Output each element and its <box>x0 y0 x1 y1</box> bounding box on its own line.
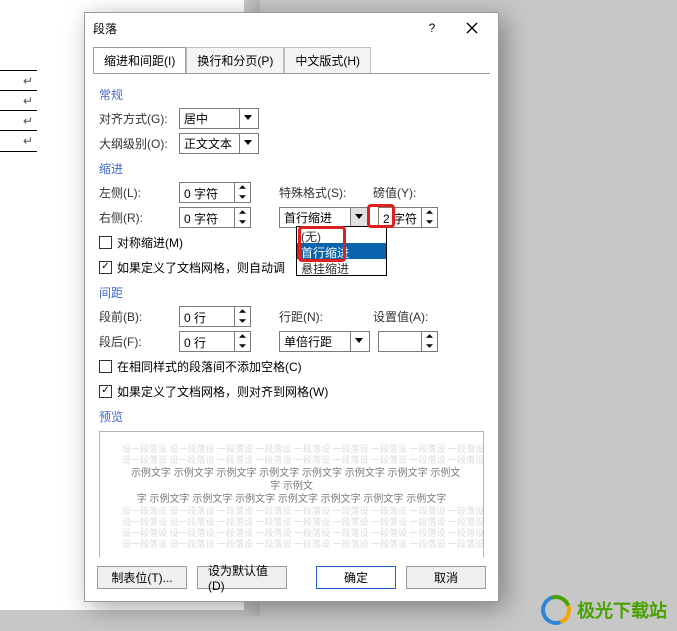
annotation-box <box>298 226 346 262</box>
indent-left-spinner[interactable]: 0 字符 <box>179 182 251 203</box>
spin-down-icon[interactable] <box>235 341 250 351</box>
tab-strip: 缩进和间距(I) 换行和分页(P) 中文版式(H) <box>85 43 498 73</box>
spin-up-icon[interactable] <box>235 208 250 218</box>
table-cell: ↵ <box>0 71 37 91</box>
indent-left-label: 左侧(L): <box>99 184 179 201</box>
table-cell: ↵ <box>0 91 37 111</box>
checkbox-icon <box>99 360 112 373</box>
close-button[interactable] <box>452 14 492 42</box>
ok-button[interactable]: 确定 <box>316 566 396 589</box>
spin-up-icon[interactable] <box>235 183 250 193</box>
chevron-down-icon <box>239 109 256 128</box>
cancel-button[interactable]: 取消 <box>406 566 486 589</box>
chevron-down-icon <box>350 208 367 227</box>
annotation-box <box>367 204 395 228</box>
spin-up-icon[interactable] <box>422 332 437 342</box>
line-spacing-select[interactable]: 单倍行距 <box>279 331 370 352</box>
no-space-same-style-checkbox[interactable]: 在相同样式的段落间不添加空格(C) <box>99 358 302 375</box>
outline-label: 大纲级别(O): <box>99 135 179 152</box>
no-space-same-style-label: 在相同样式的段落间不添加空格(C) <box>117 358 302 375</box>
chevron-down-icon <box>239 134 256 153</box>
mirror-indent-checkbox[interactable]: 对称缩进(M) <box>99 234 183 251</box>
at-value-spinner[interactable] <box>378 331 438 352</box>
checkbox-icon <box>99 236 112 249</box>
spin-down-icon[interactable] <box>422 341 437 351</box>
table-cell: ↵ <box>0 131 37 151</box>
titlebar: 段落 ? <box>85 13 498 43</box>
indent-right-spinner[interactable]: 0 字符 <box>179 207 251 228</box>
auto-adjust-grid-checkbox[interactable]: 如果定义了文档网格，则自动调 <box>99 259 285 276</box>
preview-sample-text: 示例文字 示例文字 示例文字 示例文字 示例文字 示例文字 示例文字 示例文字 … <box>122 467 461 506</box>
line-spacing-label: 行距(N): <box>279 308 357 325</box>
spin-up-icon[interactable] <box>235 332 250 342</box>
swirl-icon <box>536 590 576 630</box>
tabs-button[interactable]: 制表位(T)... <box>97 566 187 589</box>
chevron-down-icon <box>350 332 367 351</box>
section-spacing: 间距 <box>99 284 484 301</box>
section-indent: 缩进 <box>99 160 484 177</box>
by-value-label: 磅值(Y): <box>373 184 435 201</box>
special-format-select[interactable]: 首行缩进 <box>279 207 370 228</box>
tab-indent-spacing[interactable]: 缩进和间距(I) <box>93 47 186 73</box>
spin-up-icon[interactable] <box>422 208 437 218</box>
checkbox-icon <box>99 261 112 274</box>
preview-ghost-text: 设一段落设 设一段落设 一段落设 一段落设 一段落设 一段落设 一段落设 一段落… <box>122 539 461 550</box>
watermark-text: 极光下载站 <box>577 597 667 623</box>
mirror-indent-label: 对称缩进(M) <box>117 234 183 251</box>
preview-ghost-text: 设一段落设 设一段落设 一段落设 一段落设 一段落设 一段落设 一段落设 一段落… <box>122 528 461 539</box>
space-before-label: 段前(B): <box>99 308 179 325</box>
spin-up-icon[interactable] <box>235 307 250 317</box>
close-icon <box>466 22 478 34</box>
preview-ghost-text: 设一段落设 设一段落设 一段落设 一段落设 一段落设 一段落设 一段落设 一段落… <box>122 517 461 528</box>
indent-right-label: 右侧(R): <box>99 209 179 226</box>
spin-down-icon[interactable] <box>235 192 250 202</box>
preview-ghost-text: 设一段落设 设一段落设 一段落设 一段落设 一段落设 一段落设 一段落设 一段落… <box>122 455 461 466</box>
alignment-select[interactable]: 居中 <box>179 108 259 129</box>
document-table-fragment: ↵ ↵ ↵ ↵ <box>0 70 37 152</box>
section-preview: 预览 <box>99 408 484 425</box>
help-button[interactable]: ? <box>412 14 452 42</box>
section-general: 常规 <box>99 86 484 103</box>
alignment-label: 对齐方式(G): <box>99 110 179 127</box>
preview-ghost-text: 设一段落设 设一段落设 一段落设 一段落设 一段落设 一段落设 一段落设 一段落… <box>122 444 461 455</box>
tab-line-page-breaks[interactable]: 换行和分页(P) <box>186 47 284 73</box>
dialog-title: 段落 <box>93 20 412 37</box>
spin-down-icon[interactable] <box>235 217 250 227</box>
preview-box: 设一段落设 设一段落设 一段落设 一段落设 一段落设 一段落设 一段落设 一段落… <box>99 431 484 558</box>
paragraph-dialog: 段落 ? 缩进和间距(I) 换行和分页(P) 中文版式(H) 常规 对齐方式(G… <box>84 12 499 602</box>
dialog-buttons: 制表位(T)... 设为默认值(D) 确定 取消 <box>85 558 498 601</box>
special-format-label: 特殊格式(S): <box>279 184 357 201</box>
spin-down-icon[interactable] <box>235 316 250 326</box>
space-after-label: 段后(F): <box>99 333 179 350</box>
dialog-body: 常规 对齐方式(G): 居中 大纲级别(O): 正文文本 缩进 左侧(L): 0… <box>85 74 498 558</box>
tab-asian-typography[interactable]: 中文版式(H) <box>284 47 371 73</box>
snap-grid-label: 如果定义了文档网格，则对齐到网格(W) <box>117 383 328 400</box>
set-default-button[interactable]: 设为默认值(D) <box>197 566 287 589</box>
at-value-label: 设置值(A): <box>373 308 439 325</box>
snap-grid-checkbox[interactable]: 如果定义了文档网格，则对齐到网格(W) <box>99 383 328 400</box>
auto-adjust-grid-label: 如果定义了文档网格，则自动调 <box>117 259 285 276</box>
table-cell: ↵ <box>0 111 37 131</box>
spin-down-icon[interactable] <box>422 217 437 227</box>
preview-ghost-text: 设一段落设 设一段落设 一段落设 一段落设 一段落设 一段落设 一段落设 一段落… <box>122 506 461 517</box>
space-after-spinner[interactable]: 0 行 <box>179 331 251 352</box>
outline-select[interactable]: 正文文本 <box>179 133 259 154</box>
space-before-spinner[interactable]: 0 行 <box>179 306 251 327</box>
checkbox-icon <box>99 385 112 398</box>
watermark-logo: 极光下载站 <box>541 595 667 625</box>
